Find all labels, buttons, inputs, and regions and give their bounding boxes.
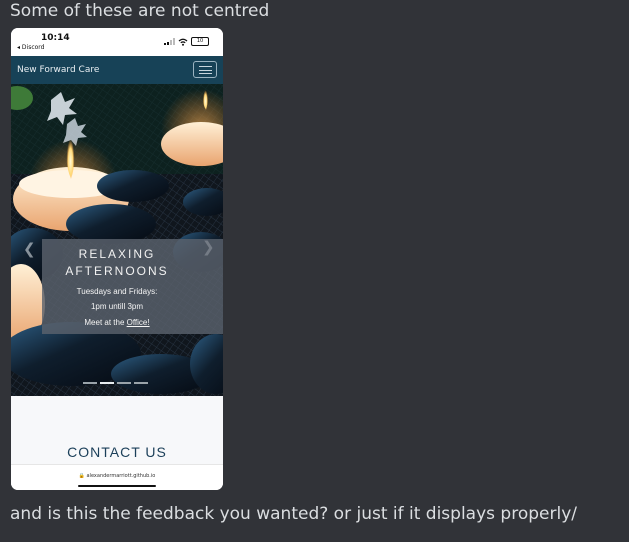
chevron-left-icon[interactable]: ❮ [23, 240, 36, 258]
status-time: 10:14 [41, 33, 70, 43]
status-bar: 10:14 ◂ Discord 10 [11, 28, 223, 56]
caption-title: RELAXING AFTERNOONS [65, 247, 169, 278]
carousel-indicator-2[interactable] [100, 382, 114, 384]
url-address: alexandermarriott.github.io [86, 473, 156, 479]
office-link[interactable]: Office! [127, 318, 150, 327]
caption-location-prefix: Meet at the [84, 318, 127, 327]
battery-icon: 10 [191, 37, 209, 46]
carousel-indicator-4[interactable] [134, 382, 148, 384]
carousel-indicators [83, 382, 148, 384]
navbar-brand[interactable]: New Forward Care [17, 65, 99, 75]
home-indicator [78, 485, 156, 487]
contact-heading: CONTACT US [67, 444, 167, 460]
hero-carousel: ❮ ❯ RELAXING AFTERNOONS Tuesdays and Fri… [11, 84, 223, 396]
caption-times: 1pm untill 3pm [90, 302, 144, 311]
chat-message-top: Some of these are not centred [10, 1, 270, 21]
caption-days: Tuesdays and Fridays: [76, 287, 158, 296]
carousel-caption: RELAXING AFTERNOONS Tuesdays and Fridays… [42, 239, 223, 334]
caption-location: Meet at the Office! [42, 318, 192, 327]
url-text: 🔒 alexandermarriott.github.io [11, 473, 223, 479]
wifi-icon [178, 38, 188, 46]
lock-icon: 🔒 [78, 473, 85, 479]
carousel-indicator-3[interactable] [117, 382, 131, 384]
browser-url-bar[interactable]: 🔒 alexandermarriott.github.io [11, 464, 223, 490]
back-to-app-link[interactable]: ◂ Discord [17, 44, 44, 51]
phone-screenshot: 10:14 ◂ Discord 10 New Forward Care ❮ RE… [11, 28, 223, 490]
status-icons: 10 [164, 37, 209, 46]
carousel-indicator-1[interactable] [83, 382, 97, 384]
chat-message-bottom: and is this the feedback you wanted? or … [10, 504, 577, 524]
site-navbar: New Forward Care [11, 56, 223, 84]
hamburger-menu-button[interactable] [193, 61, 217, 78]
signal-icon [164, 38, 175, 45]
